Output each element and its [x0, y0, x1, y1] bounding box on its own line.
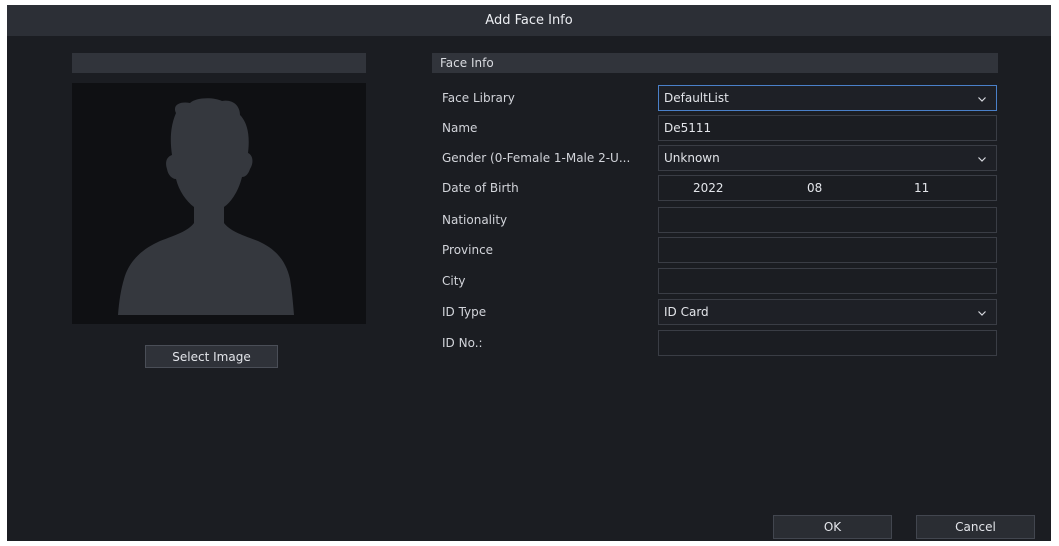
select-image-label: Select Image	[172, 349, 251, 364]
id-type-label: ID Type	[442, 305, 487, 319]
id-type-value: ID Card	[664, 305, 709, 319]
id-no-input[interactable]	[658, 330, 997, 356]
gender-select[interactable]: Unknown	[658, 145, 997, 171]
date-of-birth-label: Date of Birth	[442, 181, 519, 195]
face-library-select[interactable]: DefaultList	[658, 85, 997, 111]
image-panel-header	[72, 53, 366, 73]
name-input[interactable]: De5111	[658, 115, 997, 141]
name-label: Name	[442, 121, 478, 135]
province-label: Province	[442, 243, 494, 257]
section-title: Face Info	[440, 56, 494, 70]
person-silhouette-icon	[118, 98, 294, 315]
face-library-label: Face Library	[442, 91, 515, 105]
gender-value: Unknown	[664, 151, 720, 165]
chevron-down-icon	[977, 308, 987, 318]
name-value: De5111	[664, 121, 712, 135]
add-face-info-dialog: Add Face Info Select Image Face Info Fac…	[7, 5, 1051, 541]
cancel-button[interactable]: Cancel	[916, 515, 1035, 539]
face-image-preview	[72, 83, 366, 324]
city-input[interactable]	[658, 268, 997, 294]
chevron-down-icon	[977, 154, 987, 164]
gender-label: Gender (0-Female 1-Male 2-U...	[442, 151, 631, 165]
face-info-section-header: Face Info	[432, 53, 998, 73]
nationality-label: Nationality	[442, 213, 508, 227]
id-type-select[interactable]: ID Card	[658, 299, 997, 325]
dob-year[interactable]: 2022	[693, 176, 724, 200]
chevron-down-icon	[977, 94, 987, 104]
dob-month[interactable]: 08	[807, 176, 822, 200]
province-input[interactable]	[658, 237, 997, 263]
face-library-value: DefaultList	[664, 91, 729, 105]
dob-day[interactable]: 11	[914, 176, 929, 200]
select-image-button[interactable]: Select Image	[145, 345, 278, 368]
ok-button[interactable]: OK	[773, 515, 892, 539]
date-of-birth-input[interactable]: 2022 08 11	[658, 175, 997, 201]
cancel-label: Cancel	[955, 520, 996, 534]
city-label: City	[442, 274, 466, 288]
id-no-label: ID No.:	[442, 336, 483, 350]
nationality-input[interactable]	[658, 207, 997, 233]
dialog-titlebar: Add Face Info	[7, 5, 1051, 36]
dialog-title: Add Face Info	[485, 13, 573, 28]
ok-label: OK	[823, 520, 842, 534]
